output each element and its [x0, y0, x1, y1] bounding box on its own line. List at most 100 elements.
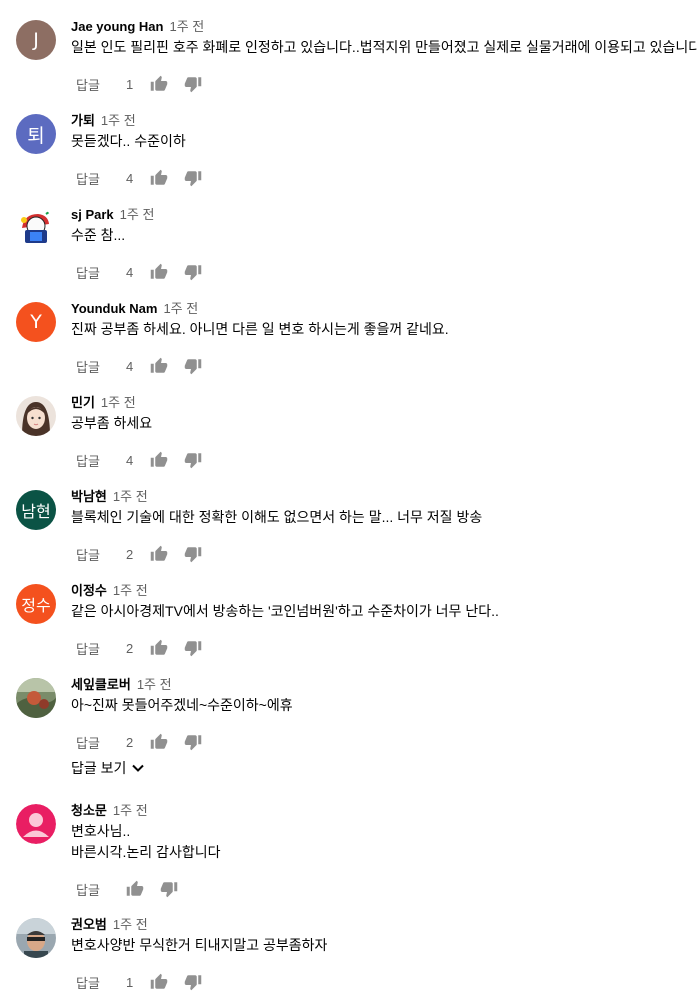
thumb-down-icon[interactable]	[184, 169, 202, 187]
comment-actions: 답글 1	[76, 73, 218, 95]
comment-actions: 답글	[76, 878, 194, 900]
comment-time[interactable]: 1주 전	[113, 489, 148, 504]
thumb-up-icon[interactable]	[150, 451, 168, 469]
comment-time[interactable]: 1주 전	[169, 19, 204, 34]
thumb-up-icon[interactable]	[150, 639, 168, 657]
comment-author[interactable]: 권오범	[71, 917, 107, 932]
comment-author[interactable]: 세잎클로버	[71, 677, 131, 692]
avatar[interactable]: 퇴	[16, 114, 56, 154]
comment-text: 변호사님.. 바른시각.논리 감사합니다	[71, 821, 220, 863]
like-count: 4	[126, 452, 134, 468]
thumb-down-icon[interactable]	[160, 880, 178, 898]
avatar[interactable]	[16, 396, 56, 436]
comment-time[interactable]: 1주 전	[137, 677, 172, 692]
comment-actions: 답글 2	[76, 543, 218, 565]
avatar[interactable]: 정수	[16, 584, 56, 624]
thumb-up-icon[interactable]	[150, 973, 168, 991]
view-replies-button[interactable]: 답글 보기	[71, 758, 145, 778]
view-replies-label: 답글 보기	[71, 760, 127, 776]
comment-text: 블록체인 기술에 대한 정확한 이해도 없으면서 하는 말... 너무 저질 방…	[71, 507, 482, 528]
like-count: 1	[126, 974, 134, 990]
comment-actions: 답글 1	[76, 971, 218, 993]
reply-button[interactable]: 답글	[76, 733, 126, 752]
thumb-down-icon[interactable]	[184, 357, 202, 375]
comment-text-line: 공부좀 하세요	[71, 415, 153, 431]
comment-text: 같은 아시아경제TV에서 방송하는 '코인넘버원'하고 수준차이가 너무 난다.…	[71, 601, 499, 622]
chevron-down-icon	[132, 764, 145, 772]
comment-text: 못듣겠다.. 수준이하	[71, 131, 186, 152]
thumb-up-icon[interactable]	[150, 75, 168, 93]
thumb-up-icon[interactable]	[150, 357, 168, 375]
like-count: 1	[126, 76, 134, 92]
reply-button[interactable]: 답글	[76, 545, 126, 564]
comment-author[interactable]: 가퇴	[71, 113, 95, 128]
comment-time[interactable]: 1주 전	[101, 395, 136, 410]
comment-text-line: 변호사양반 무식한거 티내지말고 공부좀하자	[71, 937, 328, 953]
thumb-up-icon[interactable]	[150, 733, 168, 751]
like-count: 2	[126, 734, 134, 750]
thumb-down-icon[interactable]	[184, 263, 202, 281]
like-count: 2	[126, 640, 134, 656]
comment-text-line: 블록체인 기술에 대한 정확한 이해도 없으면서 하는 말... 너무 저질 방…	[71, 509, 483, 525]
like-count: 4	[126, 170, 134, 186]
avatar[interactable]	[16, 804, 56, 844]
comment-text-line: 수준 참...	[71, 227, 126, 243]
thumb-down-icon[interactable]	[184, 75, 202, 93]
comment-text: 일본 인도 필리핀 호주 화폐로 인정하고 있습니다..법적지위 만들어졌고 실…	[71, 37, 697, 58]
avatar[interactable]: 남현	[16, 490, 56, 530]
like-count: 2	[126, 546, 134, 562]
thumb-down-icon[interactable]	[184, 973, 202, 991]
comment-time[interactable]: 1주 전	[101, 113, 136, 128]
thumb-down-icon[interactable]	[184, 545, 202, 563]
comment-time[interactable]: 1주 전	[120, 207, 155, 222]
thumb-up-icon[interactable]	[150, 545, 168, 563]
comment-time[interactable]: 1주 전	[113, 583, 148, 598]
comment-text-line: 아~진짜 못들어주겠네~수준이하~에휴	[71, 697, 293, 713]
comment-author[interactable]: 민기	[71, 395, 95, 410]
comment-text-line: 못듣겠다.. 수준이하	[71, 133, 186, 149]
comment-author[interactable]: Jae young Han	[71, 19, 163, 34]
comment-author[interactable]: 박남현	[71, 489, 107, 504]
comment-text: 변호사양반 무식한거 티내지말고 공부좀하자	[71, 935, 327, 956]
reply-button[interactable]: 답글	[76, 880, 126, 899]
reply-button[interactable]: 답글	[76, 357, 126, 376]
avatar[interactable]	[16, 678, 56, 718]
comment-text: 아~진짜 못들어주겠네~수준이하~에휴	[71, 695, 293, 716]
thumb-up-icon[interactable]	[150, 169, 168, 187]
comment-text: 진짜 공부좀 하세요. 아니면 다른 일 변호 하시는게 좋을꺼 같네요.	[71, 319, 449, 340]
comment-actions: 답글 2	[76, 731, 218, 753]
comment-text-line: 변호사님..	[71, 823, 131, 839]
thumb-up-icon[interactable]	[150, 263, 168, 281]
comment-actions: 답글 4	[76, 167, 218, 189]
reply-button[interactable]: 답글	[76, 263, 126, 282]
reply-button[interactable]: 답글	[76, 75, 126, 94]
comment-time[interactable]: 1주 전	[163, 301, 198, 316]
avatar-initial: 남현	[21, 502, 51, 521]
reply-button[interactable]: 답글	[76, 169, 126, 188]
comment-text: 공부좀 하세요	[71, 413, 152, 434]
comment-author[interactable]: Younduk Nam	[71, 301, 157, 316]
avatar[interactable]: Y	[16, 302, 56, 342]
thumb-up-icon[interactable]	[126, 880, 144, 898]
reply-button[interactable]: 답글	[76, 451, 126, 470]
comment-time[interactable]: 1주 전	[113, 917, 148, 932]
like-count: 4	[126, 358, 134, 374]
avatar[interactable]: J	[16, 20, 56, 60]
thumb-down-icon[interactable]	[184, 639, 202, 657]
avatar[interactable]	[16, 918, 56, 958]
comment-actions: 답글 4	[76, 355, 218, 377]
avatar-initial: 정수	[21, 596, 51, 615]
comment-author[interactable]: sj Park	[71, 207, 114, 222]
comment-text-line: 진짜 공부좀 하세요. 아니면 다른 일 변호 하시는게 좋을꺼 같네요.	[71, 321, 449, 337]
avatar-initial: Y	[30, 311, 42, 333]
comment-time[interactable]: 1주 전	[113, 803, 148, 818]
comment-author[interactable]: 이정수	[71, 583, 107, 598]
reply-button[interactable]: 답글	[76, 973, 126, 992]
thumb-down-icon[interactable]	[184, 733, 202, 751]
comment-author[interactable]: 청소문	[71, 803, 107, 818]
avatar[interactable]	[16, 208, 56, 248]
reply-button[interactable]: 답글	[76, 639, 126, 658]
avatar-initial: 퇴	[27, 124, 45, 147]
thumb-down-icon[interactable]	[184, 451, 202, 469]
avatar-initial: J	[33, 29, 39, 51]
